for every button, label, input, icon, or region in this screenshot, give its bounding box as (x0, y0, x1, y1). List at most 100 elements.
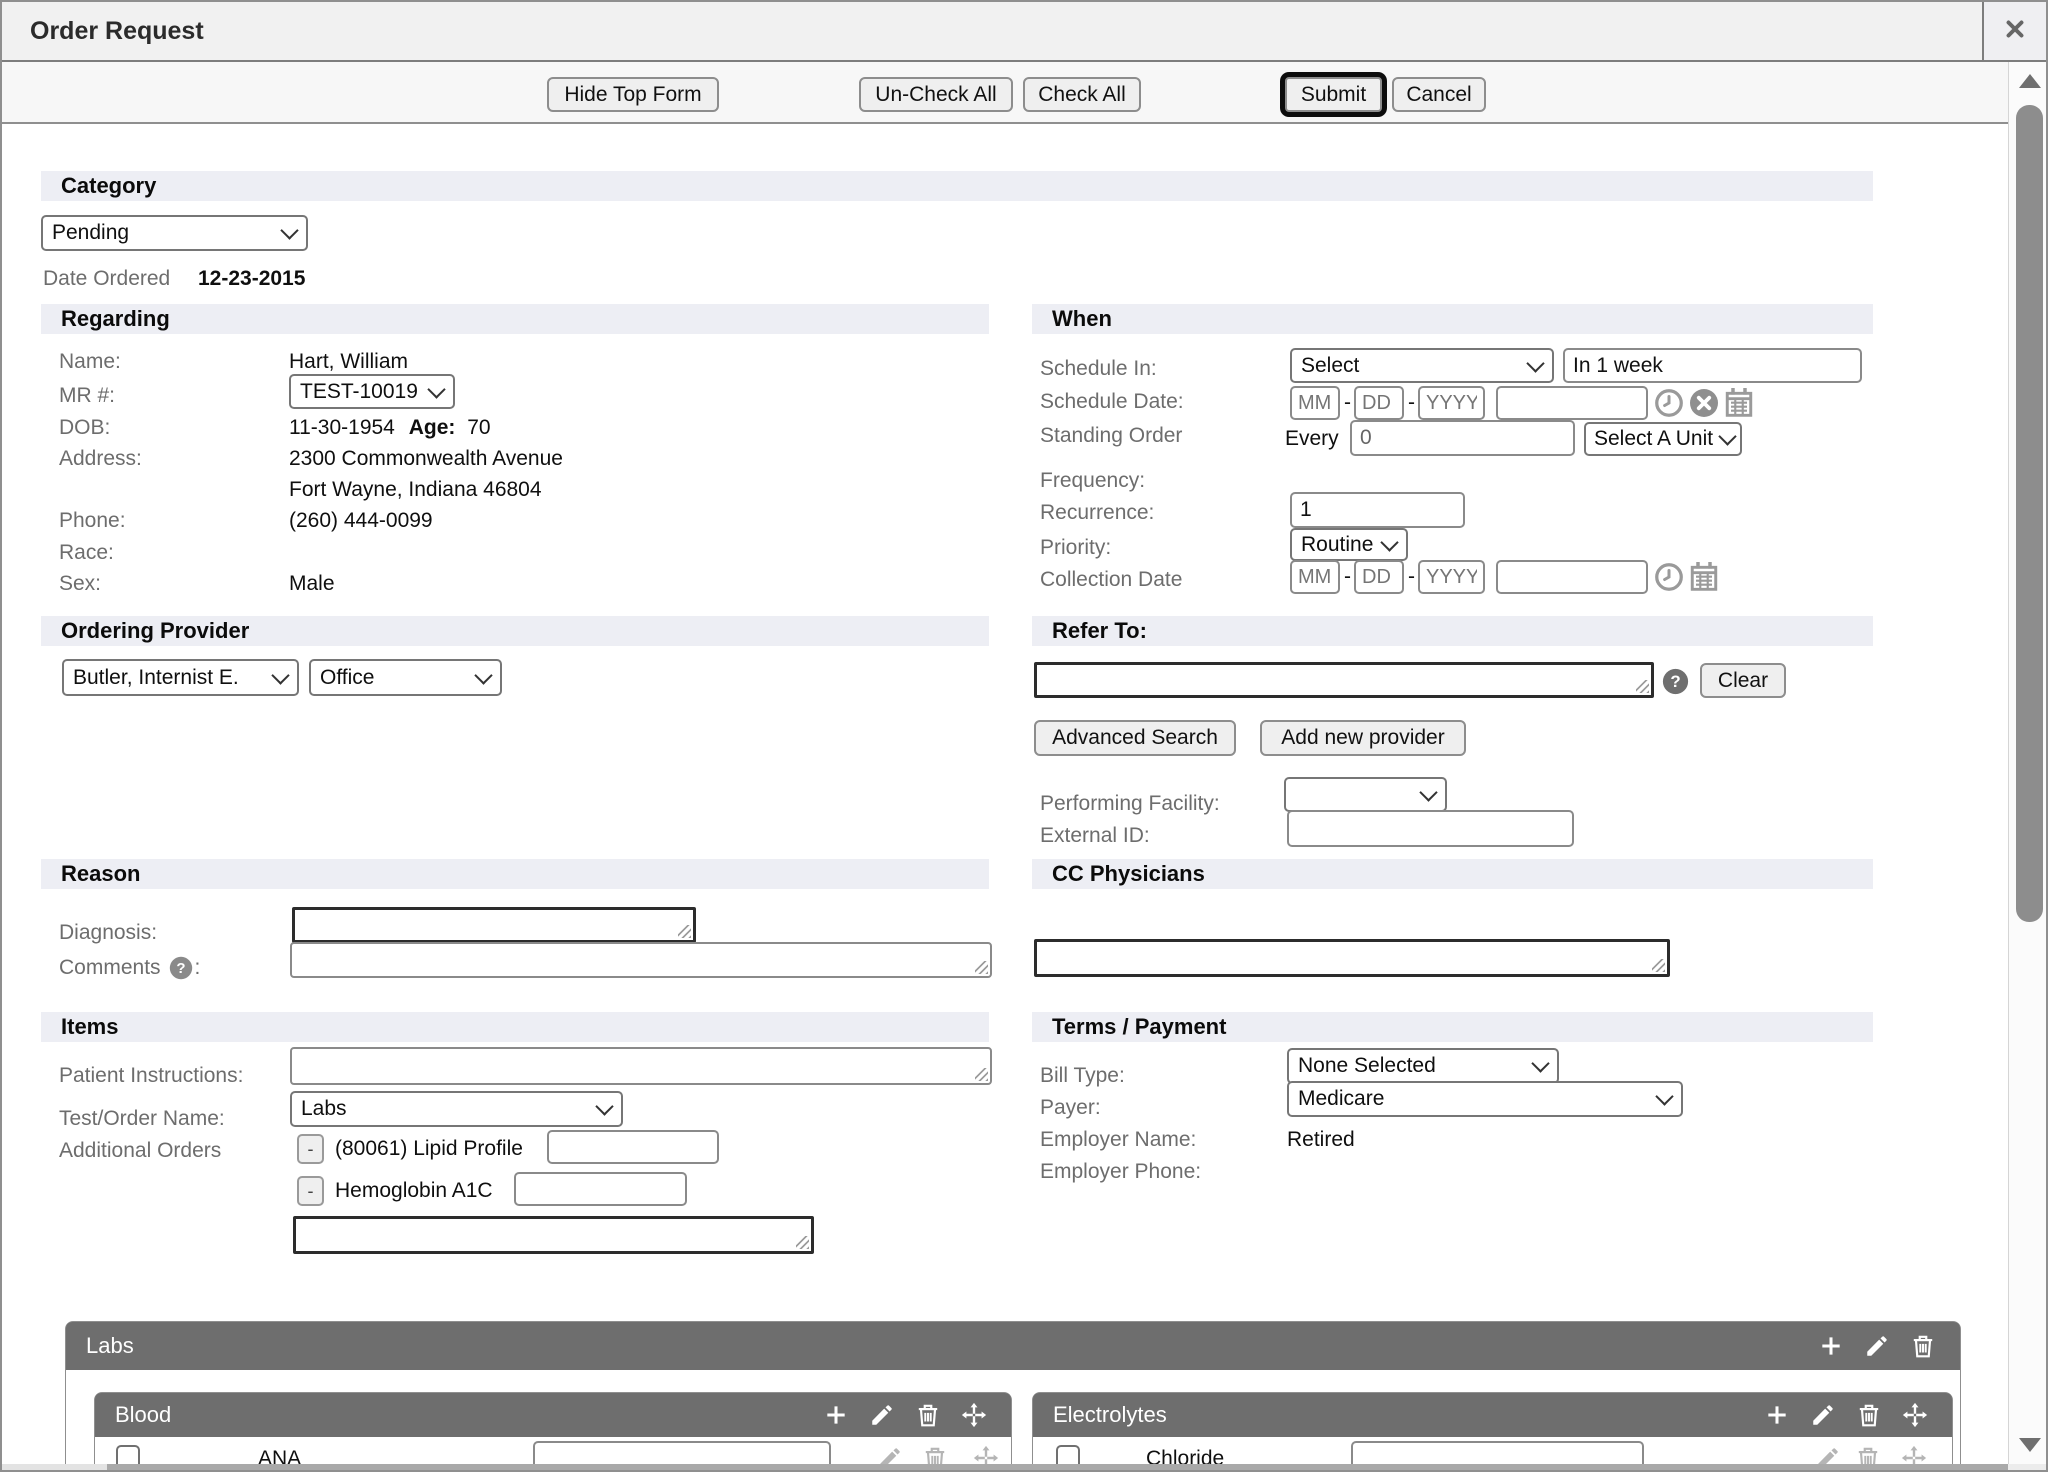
every-input[interactable] (1350, 420, 1575, 456)
submit-button[interactable]: Submit (1285, 77, 1382, 112)
priority-label: Priority: (1040, 536, 1111, 560)
order-item-name: (80061) Lipid Profile (335, 1137, 523, 1161)
resize-handle[interactable] (796, 1236, 809, 1249)
scroll-down-arrow-icon[interactable] (2019, 1438, 2041, 1452)
payer-select[interactable]: Medicare (1287, 1081, 1683, 1117)
external-id-label: External ID: (1040, 824, 1150, 848)
move-icon[interactable] (961, 1402, 987, 1428)
mr-select[interactable]: TEST-10019 (289, 374, 455, 409)
category-select[interactable]: Pending (41, 215, 308, 251)
regarding-section-header: Regarding (41, 304, 989, 334)
help-icon[interactable]: ? (1662, 668, 1689, 695)
comments-textarea[interactable] (290, 942, 992, 978)
check-all-button[interactable]: Check All (1023, 77, 1141, 112)
delete-icon[interactable] (915, 1402, 941, 1428)
collapse-order-button[interactable]: - (297, 1134, 324, 1164)
ordering-provider-select[interactable]: Butler, Internist E. (62, 659, 299, 696)
edit-icon[interactable] (1864, 1333, 1890, 1359)
external-id-input[interactable] (1287, 810, 1574, 847)
resize-handle[interactable] (678, 925, 691, 938)
add-new-provider-button[interactable]: Add new provider (1260, 720, 1466, 756)
recurrence-input[interactable] (1290, 492, 1465, 528)
lab-test-row: Chloride (1033, 1437, 1952, 1464)
add-icon[interactable] (1764, 1402, 1790, 1428)
chevron-down-icon (1526, 354, 1544, 372)
schedule-in-label: Schedule In: (1040, 357, 1157, 381)
schedule-in-text-input[interactable] (1563, 348, 1862, 383)
delete-icon[interactable] (1910, 1333, 1936, 1359)
resize-handle[interactable] (1652, 959, 1665, 972)
additional-orders-input[interactable] (293, 1216, 814, 1254)
lab-test-input[interactable] (1351, 1441, 1644, 1464)
uncheck-all-button[interactable]: Un-Check All (859, 77, 1013, 112)
performing-facility-select[interactable] (1284, 777, 1447, 812)
lab-test-name: ANA (258, 1447, 301, 1464)
vertical-scrollbar[interactable] (2008, 62, 2048, 1464)
test-order-select[interactable]: Labs (290, 1091, 623, 1127)
calendar-icon[interactable] (1723, 386, 1755, 418)
bill-type-select[interactable]: None Selected (1287, 1048, 1559, 1084)
priority-select[interactable]: Routine (1290, 528, 1408, 561)
category-section-header: Category (41, 171, 1873, 201)
scrollbar-thumb[interactable] (2016, 105, 2043, 922)
collection-date-time-input[interactable] (1496, 560, 1648, 594)
lab-test-input[interactable] (533, 1441, 831, 1464)
employer-name-value: Retired (1287, 1128, 1355, 1152)
cc-physicians-input[interactable] (1034, 939, 1670, 977)
edit-icon[interactable] (877, 1445, 903, 1464)
patient-instructions-label: Patient Instructions: (59, 1064, 243, 1088)
schedule-date-dd-input[interactable] (1354, 386, 1404, 420)
clock-icon[interactable] (1654, 562, 1684, 592)
collection-date-dd-input[interactable] (1354, 560, 1404, 594)
dob-value: 11-30-1954 Age: 70 (289, 416, 491, 440)
resize-handle[interactable] (975, 1068, 988, 1081)
add-icon[interactable] (1818, 1333, 1844, 1359)
move-icon[interactable] (973, 1445, 999, 1464)
lab-test-checkbox[interactable] (116, 1445, 140, 1464)
frequency-label: Frequency: (1040, 469, 1145, 493)
resize-handle[interactable] (975, 961, 988, 974)
move-icon[interactable] (1901, 1445, 1927, 1464)
advanced-search-button[interactable]: Advanced Search (1034, 720, 1236, 756)
date-separator: - (1408, 565, 1415, 589)
clear-button[interactable]: Clear (1700, 663, 1786, 698)
chevron-down-icon (271, 666, 289, 684)
clear-date-icon[interactable] (1689, 388, 1719, 418)
edit-icon[interactable] (869, 1402, 895, 1428)
calendar-icon[interactable] (1688, 560, 1720, 592)
clock-icon[interactable] (1654, 388, 1684, 418)
schedule-date-mm-input[interactable] (1290, 386, 1340, 420)
provider-location-select[interactable]: Office (309, 659, 502, 696)
resize-handle[interactable] (1636, 680, 1649, 693)
collapse-order-button[interactable]: - (297, 1176, 324, 1206)
delete-icon[interactable] (1855, 1445, 1881, 1464)
payer-label: Payer: (1040, 1096, 1101, 1120)
electrolytes-group-title: Electrolytes (1053, 1402, 1167, 1428)
delete-icon[interactable] (922, 1445, 948, 1464)
schedule-date-time-input[interactable] (1496, 386, 1648, 420)
order-item-input[interactable] (547, 1130, 719, 1164)
horizontal-scrollbar[interactable] (2, 1464, 2008, 1472)
patient-instructions-textarea[interactable] (290, 1047, 992, 1085)
cancel-button[interactable]: Cancel (1392, 77, 1486, 112)
refer-to-search-input[interactable] (1034, 662, 1654, 698)
edit-icon[interactable] (1810, 1402, 1836, 1428)
schedule-in-select[interactable]: Select (1290, 348, 1554, 383)
move-icon[interactable] (1902, 1402, 1928, 1428)
add-icon[interactable] (823, 1402, 849, 1428)
collection-date-yyyy-input[interactable] (1418, 560, 1485, 594)
diagnosis-input[interactable] (292, 907, 696, 943)
labs-panel-header: Labs (66, 1322, 1960, 1370)
edit-icon[interactable] (1815, 1445, 1841, 1464)
collection-date-mm-input[interactable] (1290, 560, 1340, 594)
order-item-input[interactable] (514, 1172, 687, 1206)
unit-select[interactable]: Select A Unit (1584, 422, 1742, 456)
help-icon[interactable]: ? (169, 956, 193, 980)
schedule-date-yyyy-input[interactable] (1418, 386, 1485, 420)
lab-test-checkbox[interactable] (1056, 1445, 1080, 1464)
hide-top-form-button[interactable]: Hide Top Form (547, 77, 719, 112)
scrollbar-thumb[interactable] (107, 1464, 2008, 1472)
delete-icon[interactable] (1856, 1402, 1882, 1428)
scroll-up-arrow-icon[interactable] (2019, 74, 2041, 88)
close-button[interactable] (1982, 2, 2046, 60)
